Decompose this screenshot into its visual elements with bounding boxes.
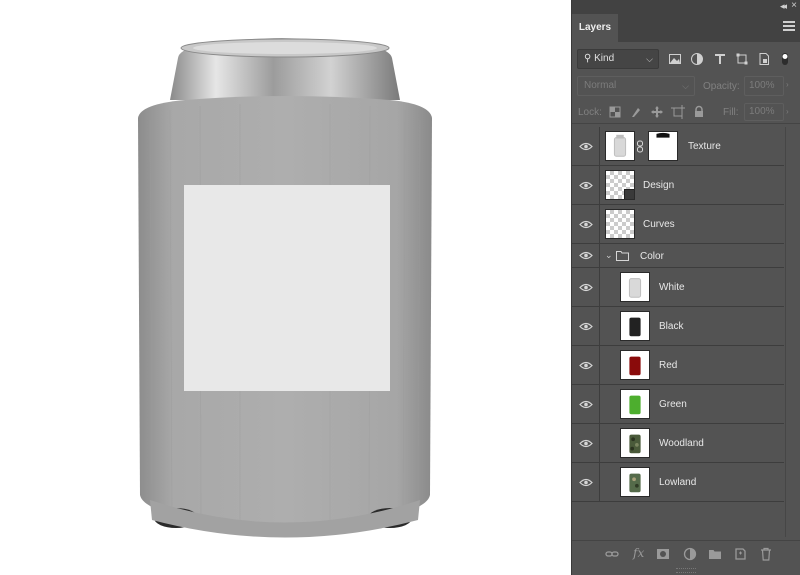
chevron-down-icon[interactable]: › — [786, 80, 789, 89]
visibility-eye-icon[interactable] — [572, 385, 600, 423]
panel-title-strip: ◂◂ × — [572, 0, 800, 14]
blend-row: Normal ⌵ Opacity: 100% › — [572, 74, 800, 98]
layer-name: Red — [659, 360, 678, 371]
layer-row-black[interactable]: Black — [572, 307, 784, 346]
panel-resize-grip[interactable] — [676, 568, 696, 573]
visibility-eye-icon[interactable] — [572, 166, 600, 204]
layer-name: Black — [659, 321, 684, 332]
visibility-eye-icon[interactable] — [572, 268, 600, 306]
layer-row-woodland[interactable]: Woodland — [572, 424, 784, 463]
panel-tab-bar: Layers — [572, 14, 800, 42]
filter-row: ⚲ Kind ⌵ — [572, 46, 800, 72]
chevron-down-icon: ⌵ — [682, 81, 689, 91]
layer-name: Color — [640, 251, 664, 262]
visibility-eye-icon[interactable] — [572, 424, 600, 462]
layers-list: Texture Design Curves ⌄ Color White Blac… — [572, 127, 784, 502]
layer-group-color[interactable]: ⌄ Color — [572, 244, 784, 268]
layer-thumbnail — [605, 170, 635, 200]
layer-thumbnail — [620, 467, 650, 497]
link-layers-icon[interactable] — [605, 547, 619, 561]
filter-kind-label: Kind — [594, 53, 615, 64]
layer-thumbnail — [620, 428, 650, 458]
lock-row: Lock: Fill: 100% › — [572, 100, 800, 124]
chevron-down-icon[interactable]: › — [786, 107, 789, 116]
type-filter-icon[interactable] — [713, 52, 727, 66]
visibility-eye-icon[interactable] — [572, 346, 600, 384]
visibility-eye-icon[interactable] — [572, 463, 600, 501]
fill-label: Fill: — [723, 107, 739, 118]
folder-icon — [616, 251, 629, 261]
layer-thumbnail — [605, 131, 635, 161]
visibility-eye-icon[interactable] — [572, 307, 600, 345]
filter-toggle-icon[interactable] — [778, 52, 788, 66]
new-layer-icon[interactable] — [733, 547, 747, 561]
delete-layer-icon[interactable] — [759, 547, 773, 561]
smart-object-filter-icon[interactable] — [757, 52, 771, 66]
layer-name: Curves — [643, 219, 675, 230]
add-mask-icon[interactable] — [656, 547, 670, 561]
layer-thumbnail — [605, 209, 635, 239]
layer-row-design[interactable]: Design — [572, 166, 784, 205]
blend-mode-select[interactable]: Normal ⌵ — [577, 76, 695, 96]
search-icon: ⚲ — [584, 53, 592, 64]
layer-row-green[interactable]: Green — [572, 385, 784, 424]
layer-thumbnail — [620, 272, 650, 302]
layer-row-red[interactable]: Red — [572, 346, 784, 385]
image-filter-icon[interactable] — [668, 52, 682, 66]
smart-object-badge-icon — [624, 189, 634, 199]
koozie-mockup-image — [138, 38, 432, 538]
layer-name: Woodland — [659, 438, 704, 449]
chevron-down-icon: ⌵ — [646, 54, 653, 64]
layer-row-curves[interactable]: Curves — [572, 205, 784, 244]
layers-scrollbar[interactable] — [785, 127, 800, 537]
lock-transparent-icon[interactable] — [608, 105, 622, 119]
opacity-field[interactable]: 100% — [744, 76, 784, 96]
layer-thumbnail — [620, 311, 650, 341]
shape-filter-icon[interactable] — [735, 52, 749, 66]
layer-name: White — [659, 282, 685, 293]
close-icon[interactable]: × — [791, 0, 797, 11]
layer-name: Texture — [688, 141, 721, 152]
lock-image-icon[interactable] — [629, 105, 643, 119]
opacity-label: Opacity: — [703, 81, 740, 92]
menu-icon[interactable] — [783, 21, 795, 33]
mask-link-icon[interactable] — [636, 140, 644, 153]
layer-row-texture[interactable]: Texture — [572, 127, 784, 166]
lock-artboard-icon[interactable] — [671, 105, 685, 119]
layer-thumbnail — [620, 350, 650, 380]
layer-row-lowland[interactable]: Lowland — [572, 463, 784, 502]
lock-all-icon[interactable] — [692, 105, 706, 119]
panel-bottom-bar: fx — [572, 540, 800, 575]
visibility-eye-icon[interactable] — [572, 244, 600, 267]
lock-position-icon[interactable] — [650, 105, 664, 119]
layer-name: Lowland — [659, 477, 697, 488]
filter-kind-select[interactable]: ⚲ Kind ⌵ — [577, 49, 659, 69]
lock-label: Lock: — [578, 107, 602, 118]
blend-mode-value: Normal — [584, 80, 617, 91]
visibility-eye-icon[interactable] — [572, 127, 600, 165]
new-adjustment-icon[interactable] — [683, 547, 697, 561]
layer-mask-thumbnail[interactable] — [648, 131, 678, 161]
fx-icon[interactable]: fx — [633, 546, 644, 560]
tab-layers[interactable]: Layers — [572, 14, 618, 42]
adjustment-filter-icon[interactable] — [690, 52, 704, 66]
visibility-eye-icon[interactable] — [572, 205, 600, 243]
layer-thumbnail — [620, 389, 650, 419]
fill-field[interactable]: 100% — [744, 103, 784, 121]
double-chevron-icon[interactable]: ◂◂ — [780, 1, 787, 12]
document-canvas[interactable] — [0, 0, 571, 575]
layers-panel: ◂◂ × Layers ⚲ Kind ⌵ Normal ⌵ Opacity: 1… — [571, 0, 800, 575]
new-group-icon[interactable] — [708, 547, 722, 561]
layer-row-white[interactable]: White — [572, 268, 784, 307]
expand-arrow-icon[interactable]: ⌄ — [605, 250, 613, 261]
layer-name: Green — [659, 399, 687, 410]
layer-name: Design — [643, 180, 675, 191]
